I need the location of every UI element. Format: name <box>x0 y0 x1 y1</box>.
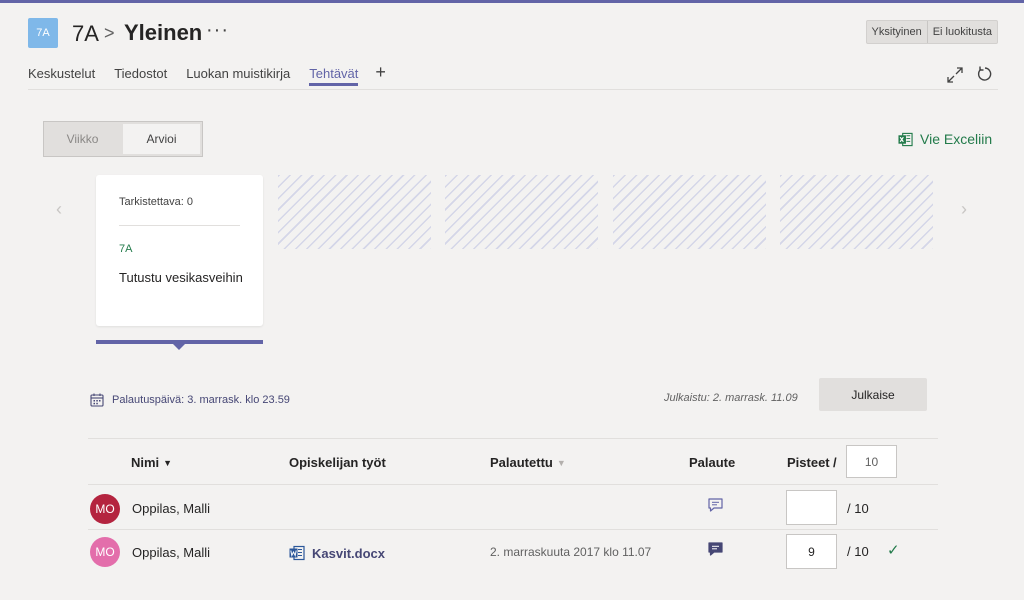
max-points-input[interactable] <box>846 445 897 478</box>
publish-button[interactable]: Julkaise <box>819 378 927 411</box>
assignment-card[interactable]: Tarkistettava: 0 7A Tutustu vesikasveihi… <box>96 175 263 326</box>
breadcrumb-separator: > <box>104 23 115 43</box>
card-class-name: 7A <box>119 243 133 255</box>
score-max: / 10 <box>847 501 869 516</box>
classification-badges: Yksityinen Ei luokitusta <box>865 20 998 44</box>
table-header-divider <box>88 484 938 485</box>
feedback-filled-icon[interactable] <box>707 541 724 557</box>
table-top-divider <box>88 438 938 439</box>
sort-down-icon: ▼ <box>163 457 173 468</box>
privacy-badge: Yksityinen <box>871 26 922 38</box>
feedback-icon[interactable] <box>707 497 724 513</box>
score-input[interactable] <box>786 534 837 569</box>
sort-down-icon: ▼ <box>556 457 566 468</box>
file-name: Kasvit.docx <box>312 545 385 561</box>
carousel-prev-button[interactable]: ‹ <box>56 199 62 220</box>
column-header-feedback: Palaute <box>689 455 736 470</box>
export-excel-label: Vie Exceliin <box>920 131 993 147</box>
tab-assignments[interactable]: Tehtävät <box>309 66 359 86</box>
column-header-work: Opiskelijan työt <box>289 455 386 470</box>
expand-icon[interactable] <box>946 66 964 84</box>
checkmark-icon: ✓ <box>887 542 900 559</box>
avatar: MO <box>90 494 120 524</box>
empty-card-placeholder <box>278 175 431 249</box>
due-date-label: Palautuspäivä: 3. marrask. klo 23.59 <box>112 394 290 406</box>
card-assignment-title: Tutustu vesikasveihin <box>119 270 243 285</box>
student-work-file[interactable]: Kasvit.docx <box>289 545 385 561</box>
tab-files[interactable]: Tiedostot <box>114 66 167 86</box>
word-icon <box>289 545 305 561</box>
classification-badge: Ei luokitusta <box>926 21 997 43</box>
score-max: / 10 <box>847 544 869 559</box>
view-toggle: Viikko Arvioi <box>43 121 203 157</box>
breadcrumb-channel: Yleinen <box>124 20 203 45</box>
tab-conversations[interactable]: Keskustelut <box>28 66 95 86</box>
toggle-week[interactable]: Viikko <box>44 122 121 156</box>
empty-card-placeholder <box>445 175 598 249</box>
tab-class-notebook[interactable]: Luokan muistikirja <box>186 66 290 86</box>
excel-icon <box>898 132 913 146</box>
export-excel-button[interactable]: Vie Exceliin <box>898 131 992 147</box>
toggle-grade[interactable]: Arvioi <box>121 122 202 156</box>
published-date: Julkaistu: 2. marrask. 11.09 <box>664 392 798 404</box>
selected-card-pointer <box>173 344 185 350</box>
column-header-name-label: Nimi <box>131 455 160 470</box>
review-count: Tarkistettava: 0 <box>119 196 193 208</box>
more-options-button[interactable]: ··· <box>206 19 229 42</box>
calendar-icon <box>90 393 104 407</box>
submitted-date: 2. marraskuuta 2017 klo 11.07 <box>490 545 652 559</box>
empty-card-placeholder <box>780 175 933 249</box>
empty-card-placeholder <box>613 175 766 249</box>
add-tab-button[interactable]: + <box>375 62 386 83</box>
channel-tabs: Keskustelut Tiedostot Luokan muistikirja… <box>28 62 386 86</box>
table-row-divider <box>88 529 938 530</box>
column-header-points-separator: / <box>833 455 837 470</box>
team-avatar[interactable]: 7A <box>28 18 58 48</box>
breadcrumb-team[interactable]: 7A <box>72 21 99 47</box>
column-header-name[interactable]: Nimi ▼ <box>131 455 172 470</box>
column-header-submitted[interactable]: Palautettu ▼ <box>490 455 566 470</box>
carousel-next-button[interactable]: › <box>961 199 967 220</box>
header-divider <box>28 89 998 90</box>
student-name[interactable]: Oppilas, Malli <box>132 501 210 516</box>
avatar: MO <box>90 537 120 567</box>
column-header-points: Pisteet <box>787 455 830 470</box>
score-input[interactable] <box>786 490 837 525</box>
refresh-icon[interactable] <box>976 65 994 83</box>
card-divider <box>119 225 240 226</box>
due-date: Palautuspäivä: 3. marrask. klo 23.59 <box>90 393 290 407</box>
column-header-submitted-label: Palautettu <box>490 455 553 470</box>
student-name[interactable]: Oppilas, Malli <box>132 545 210 560</box>
